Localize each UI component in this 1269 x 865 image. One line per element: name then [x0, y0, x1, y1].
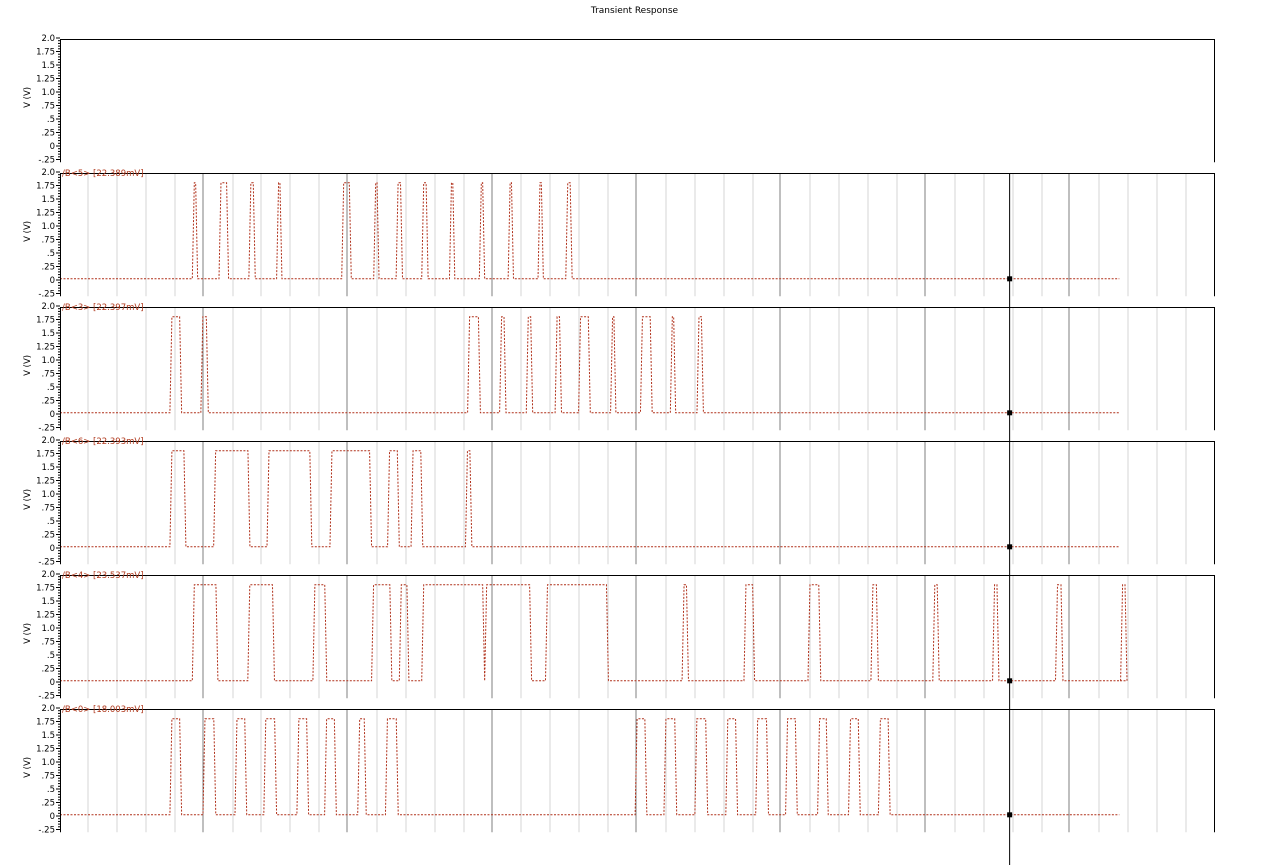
y-tick-label: 0: [50, 678, 55, 688]
y-tick-label: 2.0: [41, 436, 55, 446]
y-tick-label: 0: [50, 142, 55, 152]
y-tick-label: .75: [41, 236, 55, 246]
y-tick-label: .5: [47, 517, 55, 527]
y-tick-label: 1.75: [36, 450, 55, 460]
y-tick-label: 2.0: [41, 34, 55, 44]
y-tick-label: 1.25: [36, 611, 55, 621]
y-tick-label: 1.5: [41, 731, 55, 741]
y-tick-label: 1.75: [36, 182, 55, 192]
y-tick-label: .75: [41, 504, 55, 514]
trace-line: [60, 450, 1120, 548]
y-tick-label: -.25: [38, 424, 55, 434]
y-tick-label: -.25: [38, 826, 55, 836]
trace-line: [60, 584, 1128, 682]
y-tick-label: 1.0: [41, 758, 55, 768]
y-tick-label: .25: [41, 531, 55, 541]
y-tick-label: .75: [41, 638, 55, 648]
y-tick-label: 1.5: [41, 597, 55, 607]
transient-plot: 2.0 1.75 1.5 1.25 1.0 .75 .5 .25 0 -.25 V (V) 2.0 1.…: [23, 34, 1215, 865]
y-tick-label: 0: [50, 544, 55, 554]
trace-label: /B<0> [18.003mV]: [62, 705, 144, 715]
y-tick-label: 1.75: [36, 584, 55, 594]
y-tick-label: 1.25: [36, 745, 55, 755]
y-tick-label: -.25: [38, 692, 55, 702]
y-tick-label: .25: [41, 397, 55, 407]
y-tick-label: 1.75: [36, 48, 55, 58]
y-tick-label: 1.25: [36, 75, 55, 85]
y-tick-label: 1.75: [36, 316, 55, 326]
y-tick-label: 0: [50, 812, 55, 822]
y-tick-label: .75: [41, 772, 55, 782]
y-tick-label: 1.5: [41, 329, 55, 339]
y-tick-label: .25: [41, 129, 55, 139]
y-tick-label: .5: [47, 249, 55, 259]
y-tick-label: 1.0: [41, 356, 55, 366]
y-tick-label: 1.5: [41, 61, 55, 71]
y-tick-label: 2.0: [41, 704, 55, 714]
y-tick-label: .25: [41, 665, 55, 675]
y-tick-label: 1.25: [36, 209, 55, 219]
y-tick-label: 1.25: [36, 477, 55, 487]
y-tick-label: 2.0: [41, 302, 55, 312]
trace-label: /B<4> [23.537mV]: [62, 571, 144, 581]
axes-layer: 2.0 1.75 1.5 1.25 1.0 .75 .5 .25 0 -.25 V (V) 2.0 1.…: [23, 34, 1215, 865]
y-axis-label: V (V): [23, 221, 33, 242]
trace-line: [60, 718, 1120, 816]
y-tick-label: .75: [41, 370, 55, 380]
y-tick-label: 2.0: [41, 570, 55, 580]
y-tick-label: 2.0: [41, 168, 55, 178]
y-tick-label: .5: [47, 785, 55, 795]
y-tick-label: 0: [50, 410, 55, 420]
trace-label: /B<3> [22.397mV]: [62, 303, 144, 313]
y-tick-label: .75: [41, 102, 55, 112]
trace-line: [60, 182, 1120, 280]
y-axis-label: V (V): [23, 87, 33, 108]
y-tick-label: .5: [47, 651, 55, 661]
trace-line: [60, 316, 1120, 414]
y-axis-label: V (V): [23, 757, 33, 778]
y-tick-label: -.25: [38, 290, 55, 300]
y-tick-label: 1.25: [36, 343, 55, 353]
y-tick-label: .5: [47, 115, 55, 125]
y-tick-label: 1.5: [41, 463, 55, 473]
y-tick-label: .5: [47, 383, 55, 393]
y-axis-label: V (V): [23, 623, 33, 644]
y-tick-label: .25: [41, 799, 55, 809]
y-tick-label: 1.75: [36, 718, 55, 728]
y-tick-label: 1.0: [41, 222, 55, 232]
trace-label: /B<5> [22.389mV]: [62, 169, 144, 179]
y-tick-label: 0: [50, 276, 55, 286]
y-tick-label: -.25: [38, 156, 55, 166]
trace-layer: [60, 182, 1128, 818]
y-tick-label: 1.0: [41, 88, 55, 98]
y-tick-label: -.25: [38, 558, 55, 568]
y-tick-label: 1.5: [41, 195, 55, 205]
y-tick-label: 1.0: [41, 624, 55, 634]
y-tick-label: 1.0: [41, 490, 55, 500]
y-axis-label: V (V): [23, 355, 33, 376]
y-tick-label: .25: [41, 263, 55, 273]
y-axis-label: V (V): [23, 489, 33, 510]
trace-label: /B<6> [22.393mV]: [62, 437, 144, 447]
